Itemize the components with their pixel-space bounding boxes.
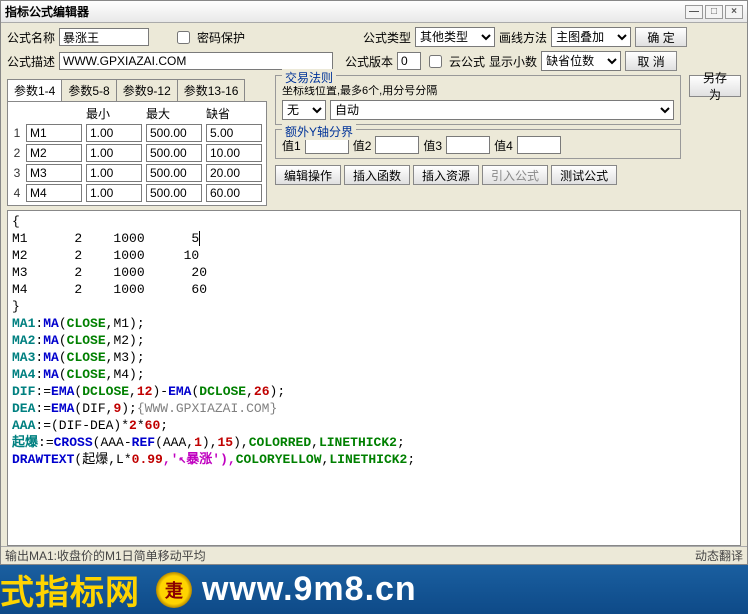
param-min-input[interactable]	[86, 124, 142, 142]
minimize-button[interactable]: —	[685, 5, 703, 19]
param-def-input[interactable]	[206, 184, 262, 202]
window-title: 指标公式编辑器	[5, 3, 89, 20]
formula-type-select[interactable]: 其他类型	[415, 27, 495, 47]
param-def-input[interactable]	[206, 144, 262, 162]
draw-method-label: 画线方法	[499, 29, 547, 46]
cloud-label: 云公式	[449, 53, 485, 70]
param-max-input[interactable]	[146, 144, 202, 162]
test-formula-button[interactable]: 测试公式	[551, 165, 617, 185]
params-table: 最小 最大 缺省 1 2	[10, 104, 264, 203]
status-right-text: 动态翻译	[695, 547, 743, 564]
edit-op-button[interactable]: 编辑操作	[275, 165, 341, 185]
titlebar[interactable]: 指标公式编辑器 — □ ×	[1, 1, 747, 23]
param-name-input[interactable]	[26, 184, 82, 202]
value3-input[interactable]	[446, 136, 490, 154]
param-tabs: 参数1-4 参数5-8 参数9-12 参数13-16	[7, 79, 267, 101]
status-left-text: 输出MA1:收盘价的M1日简单移动平均	[5, 547, 206, 564]
value2-input[interactable]	[375, 136, 419, 154]
value4-input[interactable]	[517, 136, 561, 154]
table-row: 2	[10, 143, 264, 163]
import-formula-button[interactable]: 引入公式	[482, 165, 548, 185]
value4-label: 值4	[494, 137, 513, 154]
col-min: 最小	[84, 104, 144, 123]
ok-button[interactable]: 确 定	[635, 27, 687, 47]
cancel-button[interactable]: 取 消	[625, 51, 677, 71]
status-bar: 输出MA1:收盘价的M1日简单移动平均 动态翻译	[1, 546, 747, 564]
version-input[interactable]	[397, 52, 421, 70]
table-row: 1	[10, 123, 264, 143]
param-max-input[interactable]	[146, 184, 202, 202]
footer-left-text: 式指标网	[0, 565, 146, 614]
password-protect-checkbox[interactable]	[177, 31, 190, 44]
tab-params-1-4[interactable]: 参数1-4	[7, 79, 62, 101]
password-protect-label: 密码保护	[197, 29, 245, 46]
extra-y-legend: 额外Y轴分界	[282, 123, 356, 140]
insert-fn-button[interactable]: 插入函数	[344, 165, 410, 185]
tab-params-13-16[interactable]: 参数13-16	[177, 79, 246, 101]
name-label: 公式名称	[7, 29, 55, 46]
params-panel: 参数1-4 参数5-8 参数9-12 参数13-16 最小 最大 缺省	[7, 75, 267, 206]
formula-type-label: 公式类型	[363, 29, 411, 46]
param-min-input[interactable]	[86, 184, 142, 202]
tab-params-5-8[interactable]: 参数5-8	[61, 79, 116, 101]
param-max-input[interactable]	[146, 164, 202, 182]
param-def-input[interactable]	[206, 124, 262, 142]
col-default: 缺省	[204, 104, 264, 123]
insert-res-button[interactable]: 插入资源	[413, 165, 479, 185]
param-name-input[interactable]	[26, 144, 82, 162]
table-row: 3	[10, 163, 264, 183]
formula-name-input[interactable]	[59, 28, 149, 46]
decimals-label: 显示小数	[489, 53, 537, 70]
param-max-input[interactable]	[146, 124, 202, 142]
code-editor[interactable]: { M1 2 1000 5 M2 2 1000 10 M3 2 1000 20 …	[7, 210, 741, 546]
param-min-input[interactable]	[86, 164, 142, 182]
param-min-input[interactable]	[86, 144, 142, 162]
tab-params-9-12[interactable]: 参数9-12	[116, 79, 178, 101]
col-max: 最大	[144, 104, 204, 123]
close-button[interactable]: ×	[725, 5, 743, 19]
param-def-input[interactable]	[206, 164, 262, 182]
trade-rule-left-select[interactable]: 无	[282, 100, 326, 120]
footer-logo-icon: 疌	[156, 572, 192, 608]
cloud-checkbox[interactable]	[429, 55, 442, 68]
trade-rule-right-select[interactable]: 自动	[330, 100, 674, 120]
trade-rule-legend: 交易法则	[282, 69, 336, 86]
save-as-button[interactable]: 另存为	[689, 75, 741, 97]
formula-desc-input[interactable]	[59, 52, 333, 70]
table-row: 4	[10, 183, 264, 203]
desc-label: 公式描述	[7, 53, 55, 70]
trade-rule-fieldset: 交易法则 坐标线位置,最多6个,用分号分隔 无 自动	[275, 75, 681, 125]
param-name-input[interactable]	[26, 164, 82, 182]
footer-url-text: www.9m8.cn	[202, 570, 417, 609]
param-name-input[interactable]	[26, 124, 82, 142]
value3-label: 值3	[423, 137, 442, 154]
footer-banner: 式指标网 疌 www.9m8.cn	[0, 565, 748, 614]
draw-method-select[interactable]: 主图叠加	[551, 27, 631, 47]
top-form: 公式名称 密码保护 公式类型 其他类型 画线方法 主图叠加 确 定 公式描述 公…	[1, 23, 747, 206]
version-label: 公式版本	[345, 53, 393, 70]
maximize-button[interactable]: □	[705, 5, 723, 19]
editor-window: 指标公式编辑器 — □ × 公式名称 密码保护 公式类型 其他类型 画线方法 主…	[0, 0, 748, 565]
extra-y-fieldset: 额外Y轴分界 值1 值2 值3 值4	[275, 129, 681, 159]
decimals-select[interactable]: 缺省位数	[541, 51, 621, 71]
